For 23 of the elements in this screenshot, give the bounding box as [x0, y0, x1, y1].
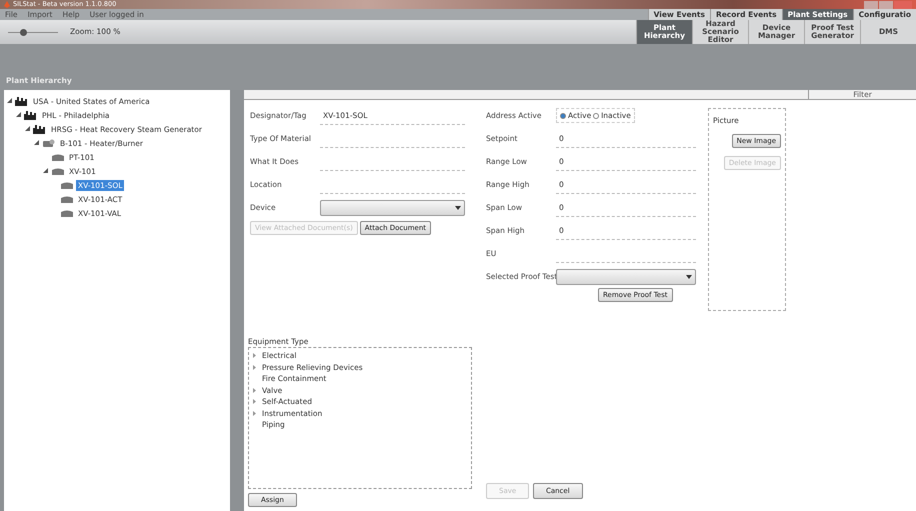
machine-icon	[42, 138, 56, 148]
expander-icon[interactable]	[25, 126, 31, 132]
app-icon	[4, 1, 10, 8]
window-controls-icon[interactable]	[864, 0, 912, 8]
device-icon	[60, 194, 74, 204]
factory-icon	[24, 110, 38, 120]
device-icon	[51, 152, 65, 162]
radio-icon[interactable]	[560, 112, 566, 118]
radio-icon[interactable]	[593, 112, 600, 118]
expander-icon[interactable]	[7, 98, 13, 104]
dropdown[interactable]	[556, 268, 696, 284]
dropdown[interactable]	[320, 200, 465, 216]
expander-icon[interactable]	[43, 168, 49, 174]
caret-icon	[686, 274, 692, 278]
caret-icon	[455, 206, 461, 210]
device-icon	[51, 166, 65, 176]
factory-icon	[15, 96, 29, 106]
device-icon	[60, 208, 74, 218]
expander-icon[interactable]	[16, 112, 22, 118]
factory-icon	[33, 124, 47, 134]
device-icon	[60, 180, 74, 190]
expander-icon[interactable]	[34, 140, 40, 146]
slider-thumb[interactable]	[20, 28, 27, 36]
